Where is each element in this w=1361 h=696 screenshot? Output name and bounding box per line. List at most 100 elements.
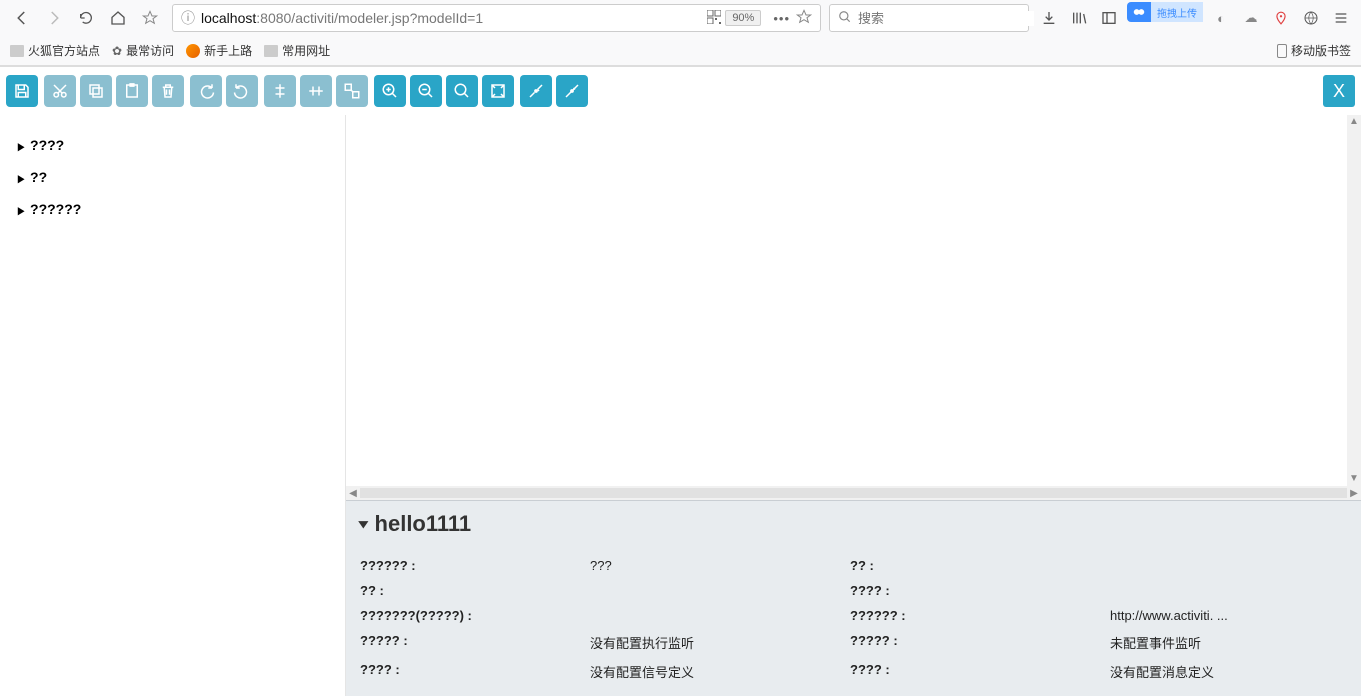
app-toolbar: X [0, 67, 1361, 115]
prop-value[interactable] [590, 578, 850, 603]
back-button[interactable] [8, 4, 36, 32]
palette-sidebar: ???? ?? ?????? [0, 115, 345, 696]
app-body: ???? ?? ?????? ▲ ▼ ◀ ▶ hello1111 ?????? … [0, 115, 1361, 696]
bookmark-folder-2[interactable]: 常用网址 [264, 42, 330, 59]
url-text: localhost:8080/activiti/modeler.jsp?mode… [201, 10, 707, 26]
prop-label[interactable]: ????? : [850, 628, 1110, 657]
highlights-button[interactable] [136, 4, 164, 32]
baidu-cloud-icon [1127, 2, 1151, 22]
redo-button[interactable] [190, 75, 222, 107]
gear-icon: ✿ [112, 44, 122, 58]
info-icon[interactable]: ⓘ [181, 8, 195, 28]
bookmark-most-visited[interactable]: ✿ 最常访问 [112, 42, 174, 59]
search-icon [838, 10, 852, 27]
folder-icon [264, 45, 278, 57]
baidu-ext[interactable]: 拖拽上传 [1127, 2, 1203, 22]
ext-globe-icon[interactable] [1299, 6, 1323, 30]
properties-panel: hello1111 ?????? : ??? ?? : ?? : ???? : … [346, 500, 1361, 696]
prop-label[interactable]: ???? : [850, 657, 1110, 686]
bookmark-getting-started[interactable]: 新手上路 [186, 42, 252, 59]
zoom-fit-button[interactable] [482, 75, 514, 107]
sidebar-icon[interactable] [1097, 6, 1121, 30]
bookmark-label: 移动版书签 [1291, 42, 1351, 59]
search-input[interactable] [858, 11, 1034, 26]
align-horizontal-button[interactable] [300, 75, 332, 107]
same-size-button[interactable] [336, 75, 368, 107]
baidu-upload-label: 拖拽上传 [1151, 2, 1203, 22]
prop-value[interactable] [1110, 553, 1347, 578]
bookmark-label: 常用网址 [282, 42, 330, 59]
hamburger-menu-icon[interactable] [1329, 6, 1353, 30]
bookmark-folder-1[interactable]: 火狐官方站点 [10, 42, 100, 59]
delete-button[interactable] [152, 75, 184, 107]
mobile-icon [1277, 44, 1287, 58]
prop-value[interactable]: 没有配置消息定义 [1110, 657, 1347, 686]
home-button[interactable] [104, 4, 132, 32]
zoom-badge[interactable]: 90% [725, 10, 761, 26]
scroll-left-icon[interactable]: ◀ [346, 488, 360, 499]
reload-button[interactable] [72, 4, 100, 32]
copy-button[interactable] [80, 75, 112, 107]
prop-value[interactable]: 没有配置信号定义 [590, 657, 850, 686]
bookmark-label: 新手上路 [204, 42, 252, 59]
palette-group-3[interactable]: ?????? [14, 195, 331, 223]
canvas-area: ▲ ▼ ◀ ▶ hello1111 ?????? : ??? ?? : ?? :… [345, 115, 1361, 696]
scroll-track[interactable] [360, 488, 1347, 498]
scroll-down-icon[interactable]: ▼ [1347, 472, 1361, 486]
save-button[interactable] [6, 75, 38, 107]
zoom-in-button[interactable] [374, 75, 406, 107]
bookmark-mobile[interactable]: 移动版书签 [1277, 42, 1351, 59]
properties-grid: ?????? : ??? ?? : ?? : ???? : ???????(??… [346, 547, 1361, 696]
undo-button[interactable] [226, 75, 258, 107]
zoom-out-button[interactable] [410, 75, 442, 107]
bendpoint-add-button[interactable] [520, 75, 552, 107]
canvas[interactable]: ▲ ▼ [346, 115, 1361, 486]
prop-value[interactable]: 没有配置执行监听 [590, 628, 850, 657]
qr-icon[interactable] [707, 10, 721, 27]
scroll-up-icon[interactable]: ▲ [1347, 115, 1361, 129]
prop-label[interactable]: ???? : [360, 657, 590, 686]
bendpoint-remove-button[interactable] [556, 75, 588, 107]
prop-label[interactable]: ?? : [850, 553, 1110, 578]
forward-button[interactable] [40, 4, 68, 32]
folder-icon [10, 45, 24, 57]
prop-label[interactable]: ???? : [850, 578, 1110, 603]
cut-button[interactable] [44, 75, 76, 107]
browser-nav-bar: ⓘ localhost:8080/activiti/modeler.jsp?mo… [0, 0, 1361, 36]
browser-chrome: ⓘ localhost:8080/activiti/modeler.jsp?mo… [0, 0, 1361, 67]
library-icon[interactable] [1067, 6, 1091, 30]
prop-label[interactable]: ?????? : [850, 603, 1110, 628]
page-actions-icon[interactable]: ••• [773, 11, 790, 26]
prop-value[interactable]: 未配置事件监听 [1110, 628, 1347, 657]
browser-right-icons: 拖拽上传 ◐ ☁ [1037, 6, 1353, 30]
prop-label[interactable]: ?? : [360, 578, 590, 603]
zoom-reset-button[interactable] [446, 75, 478, 107]
prop-value[interactable] [1110, 578, 1347, 603]
ext-icon-2[interactable]: ☁ [1239, 6, 1263, 30]
url-bar[interactable]: ⓘ localhost:8080/activiti/modeler.jsp?mo… [172, 4, 821, 32]
bookmark-label: 火狐官方站点 [28, 42, 100, 59]
bookmark-label: 最常访问 [126, 42, 174, 59]
prop-value[interactable] [590, 603, 850, 628]
align-vertical-button[interactable] [264, 75, 296, 107]
bookmark-star-icon[interactable] [796, 9, 812, 28]
close-button[interactable]: X [1323, 75, 1355, 107]
properties-header[interactable]: hello1111 [346, 501, 1361, 547]
palette-group-2[interactable]: ?? [14, 163, 331, 191]
firefox-icon [186, 44, 200, 58]
search-box[interactable] [829, 4, 1029, 32]
prop-label[interactable]: ?????? : [360, 553, 590, 578]
ext-icon-1[interactable]: ◐ [1209, 6, 1233, 30]
downloads-icon[interactable] [1037, 6, 1061, 30]
canvas-scrollbar-vertical[interactable]: ▲ ▼ [1347, 115, 1361, 486]
location-pin-icon[interactable] [1269, 6, 1293, 30]
canvas-scrollbar-horizontal[interactable]: ◀ ▶ [346, 486, 1361, 500]
paste-button[interactable] [116, 75, 148, 107]
prop-label[interactable]: ???????(?????) : [360, 603, 590, 628]
prop-value[interactable]: http://www.activiti. ... [1110, 603, 1347, 628]
palette-group-1[interactable]: ???? [14, 131, 331, 159]
prop-label[interactable]: ????? : [360, 628, 590, 657]
bookmarks-bar: 火狐官方站点 ✿ 最常访问 新手上路 常用网址 移动版书签 [0, 36, 1361, 66]
prop-value[interactable]: ??? [590, 553, 850, 578]
scroll-right-icon[interactable]: ▶ [1347, 488, 1361, 499]
